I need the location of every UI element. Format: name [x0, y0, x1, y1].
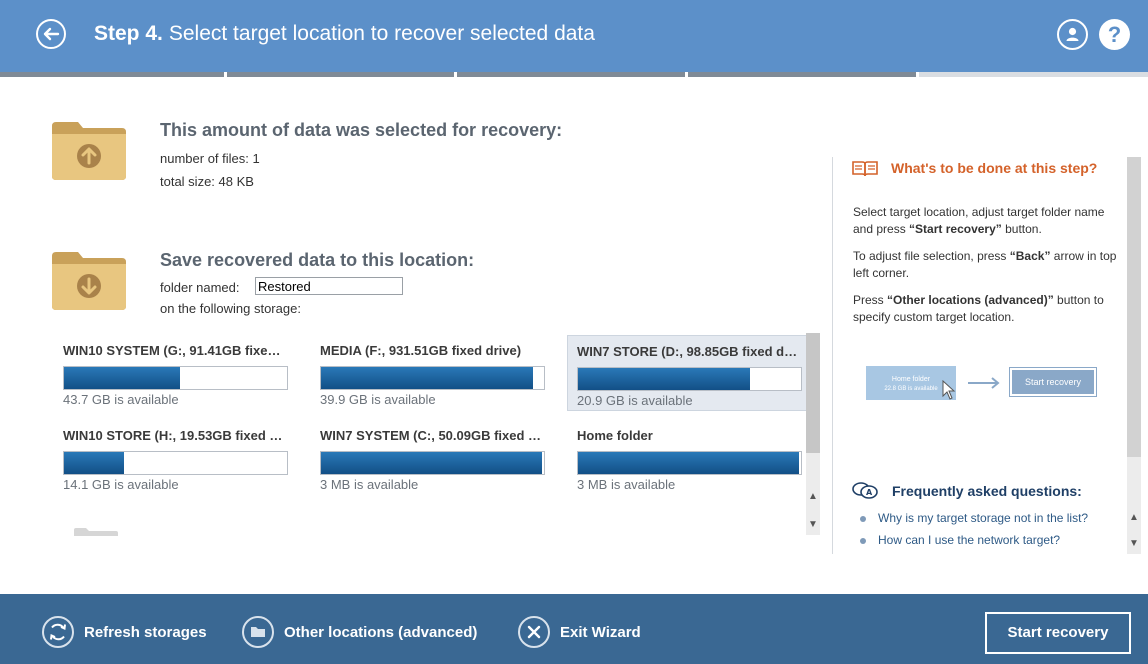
storage-usage-bar — [320, 366, 545, 390]
step-progress — [0, 72, 1148, 77]
illustration-start-button: Start recovery — [1009, 367, 1097, 397]
storage-usage-bar — [63, 366, 288, 390]
bullet-icon — [860, 515, 866, 522]
storage-available: 39.9 GB is available — [320, 392, 436, 407]
storage-item[interactable]: Home folder 3 MB is available — [570, 420, 808, 496]
svg-text:A: A — [866, 488, 873, 497]
arrow-left-icon — [43, 27, 60, 41]
folder-icon — [242, 616, 274, 648]
help-text: Press — [853, 293, 888, 307]
storage-usage-fill — [321, 452, 542, 474]
storage-available: 14.1 GB is available — [63, 477, 179, 492]
storage-name: Home folder — [577, 428, 653, 443]
other-locations-label: Other locations (advanced) — [284, 624, 478, 641]
start-recovery-button[interactable]: Start recovery — [985, 612, 1131, 654]
scrollbar-thumb[interactable] — [1127, 157, 1141, 457]
storage-item[interactable]: WIN7 STORE (D:, 98.85GB fixed dri... 20.… — [567, 335, 807, 411]
storage-usage-bar — [577, 367, 802, 391]
header-bar: Step 4. Select target location to recover… — [0, 0, 1148, 72]
help-paragraph-other: Press “Other locations (advanced)” butto… — [853, 292, 1123, 326]
close-icon — [518, 616, 550, 648]
save-title: Save recovered data to this location: — [160, 250, 475, 270]
help-paragraph-back: To adjust file selection, press “Back” a… — [853, 248, 1123, 282]
storage-usage-fill — [64, 367, 180, 389]
storage-list-scrollbar[interactable]: ▲ ▼ — [806, 333, 820, 535]
storage-available: 43.7 GB is available — [63, 392, 179, 407]
storage-usage-bar — [577, 451, 802, 475]
help-panel-scrollbar[interactable]: ▲ ▼ — [1127, 157, 1141, 554]
bullet-icon — [860, 537, 866, 544]
faq-link-text: How can I use the network target? — [878, 533, 1061, 547]
scroll-down-icon[interactable]: ▼ — [806, 519, 820, 530]
help-paragraph-start: Select target location, adjust target fo… — [853, 204, 1123, 238]
progress-divider — [916, 72, 919, 77]
back-button[interactable] — [36, 19, 66, 49]
progress-divider — [224, 72, 227, 77]
storage-usage-fill — [578, 452, 799, 474]
storage-folder-icon — [74, 528, 118, 536]
step-title: Select target location to recover select… — [168, 22, 595, 45]
close-glyph — [527, 625, 541, 639]
storage-usage-bar — [63, 451, 288, 475]
help-button[interactable]: ? — [1099, 19, 1130, 50]
user-icon — [1066, 27, 1079, 41]
book-icon — [852, 161, 878, 177]
exit-wizard-label: Exit Wizard — [560, 624, 641, 641]
storage-item[interactable]: WIN10 STORE (H:, 19.53GB fixed d... 14.1… — [56, 420, 294, 496]
storage-usage-fill — [578, 368, 750, 390]
account-button[interactable] — [1057, 19, 1088, 50]
storage-usage-bar — [320, 451, 545, 475]
storage-usage-fill — [64, 452, 125, 474]
progress-divider — [685, 72, 688, 77]
storage-name: MEDIA (F:, 931.51GB fixed drive) — [320, 343, 522, 358]
storage-name: WIN10 SYSTEM (G:, 91.41GB fixed ... — [63, 343, 288, 358]
scroll-down-icon[interactable]: ▼ — [1127, 538, 1141, 549]
storage-name: WIN7 SYSTEM (C:, 50.09GB fixed dr... — [320, 428, 545, 443]
selection-title: This amount of data was selected for rec… — [160, 120, 563, 140]
help-text-bold: “Other locations (advanced)” — [887, 293, 1054, 307]
storage-usage-fill — [321, 367, 533, 389]
scroll-up-icon[interactable]: ▲ — [1127, 512, 1141, 523]
faq-title: Frequently asked questions: — [892, 483, 1082, 499]
page-title: Step 4. Select target location to recover… — [94, 22, 595, 46]
cursor-icon — [942, 380, 956, 400]
folder-name-input[interactable] — [255, 277, 403, 295]
refresh-icon — [42, 616, 74, 648]
help-text: To adjust file selection, press — [853, 249, 1010, 263]
scroll-up-icon[interactable]: ▲ — [806, 491, 820, 502]
folder-upload-icon — [52, 122, 126, 180]
storage-item[interactable]: WIN10 SYSTEM (G:, 91.41GB fixed ... 43.7… — [56, 335, 294, 411]
help-text-bold: “Start recovery” — [909, 222, 1002, 236]
folder-glyph — [251, 627, 265, 637]
faq-link[interactable]: How can I use the network target? — [860, 533, 1060, 547]
step-progress-fill — [0, 72, 919, 77]
folder-name-label: folder named: — [160, 280, 240, 295]
progress-divider — [454, 72, 457, 77]
storage-available: 20.9 GB is available — [577, 393, 693, 408]
refresh-storages-label: Refresh storages — [84, 624, 207, 641]
storage-available: 3 MB is available — [320, 477, 419, 492]
help-text-bold: “Back” — [1009, 249, 1051, 263]
help-title: What's to be done at this step? — [891, 160, 1098, 176]
storage-name: WIN7 STORE (D:, 98.85GB fixed dri... — [577, 344, 802, 359]
storage-item[interactable]: WIN7 SYSTEM (C:, 50.09GB fixed dr... 3 M… — [313, 420, 551, 496]
refresh-glyph — [50, 623, 66, 641]
scrollbar-thumb[interactable] — [806, 333, 820, 453]
faq-icon: A — [852, 482, 878, 499]
faq-link[interactable]: Why is my target storage not in the list… — [860, 511, 1088, 525]
total-size: total size: 48 KB — [160, 174, 254, 189]
step-label: Step 4. — [94, 22, 163, 45]
faq-link-text: Why is my target storage not in the list… — [878, 511, 1089, 525]
storage-item[interactable]: MEDIA (F:, 931.51GB fixed drive) 39.9 GB… — [313, 335, 551, 411]
help-text: button. — [1001, 222, 1042, 236]
folder-download-icon — [52, 252, 126, 310]
storage-available: 3 MB is available — [577, 477, 676, 492]
files-count: number of files: 1 — [160, 151, 260, 166]
arrow-right-icon — [968, 377, 1000, 389]
storage-label: on the following storage: — [160, 301, 301, 316]
storage-name: WIN10 STORE (H:, 19.53GB fixed d... — [63, 428, 288, 443]
